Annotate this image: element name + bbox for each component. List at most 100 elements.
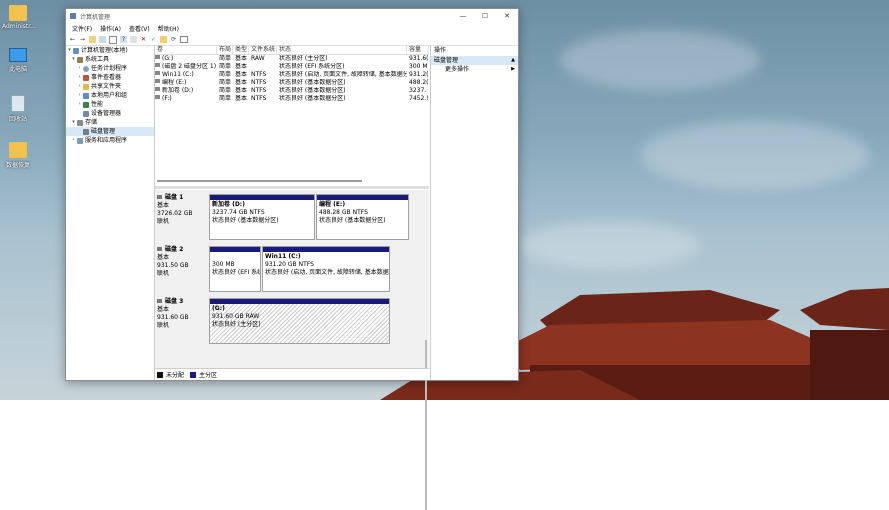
table-cell-type: 基本 [235,79,248,86]
table-row[interactable]: 新加卷 (D:) 简单 基本 NTFS 状态良好 (基本数据分区) 3237. [155,87,429,95]
col-type[interactable]: 类型 [233,46,249,54]
table-cell-type: 基本 [235,71,248,78]
computer-management-window: 计算机管理 — ☐ ✕ 文件(F) 操作(A) 查看(V) 帮助(H) ← → … [65,8,519,510]
close-button[interactable]: ✕ [496,12,518,20]
title-bar[interactable]: 计算机管理 — ☐ ✕ [66,9,518,23]
storage-icon [77,119,83,126]
unallocated-swatch [157,371,163,378]
actions-section-disk-management[interactable]: 磁盘管理 ▲ [431,56,518,65]
actions-header: 操作 [434,47,447,54]
table-cell-status: 状态良好 (基本数据分区) [279,87,346,94]
table-row[interactable]: (磁盘 2 磁盘分区 1) 简单 基本 状态良好 (EFI 系统分区) 300 M [155,63,429,71]
table-cell-fs: NTFS [251,87,267,94]
back-icon[interactable]: ← [69,36,76,43]
minimize-button[interactable]: — [452,12,474,20]
tree-item-root[interactable]: ▾ 计算机管理(本地) [66,46,154,55]
chevron-right-icon[interactable]: › [76,73,83,82]
properties-icon[interactable] [130,36,137,43]
refresh-icon[interactable]: ⟳ [170,36,177,43]
tree-item-performance[interactable]: › 性能 [66,100,154,109]
desktop-icon-admin-folder[interactable]: Administr... [2,5,36,30]
volume-icon [155,71,160,75]
col-layout[interactable]: 布局 [217,46,233,54]
tree-item-disk-management[interactable]: 磁盘管理 [66,127,154,136]
chevron-right-icon[interactable]: › [76,100,83,109]
table-cell-vol: (F:) [162,95,172,102]
services-icon [77,137,83,144]
partition-c[interactable]: Win11 (C:) 931.20 GB NTFS 状态良好 (启动, 页面文件… [262,246,390,292]
menu-view[interactable]: 查看(V) [129,24,150,33]
tree-item-storage[interactable]: ▾ 存储 [66,118,154,127]
volume-icon [155,87,160,91]
tree-item-system-tools[interactable]: ▾ 系统工具 [66,55,154,64]
more-actions-item[interactable]: 更多操作 ▶ [431,65,518,74]
table-row[interactable]: Win11 (C:) 简单 基本 NTFS 状态良好 (启动, 页面文件, 故障转储, … [155,71,429,79]
table-row[interactable]: 编程 (E:) 简单 基本 NTFS 状态良好 (基本数据分区) 488.2( [155,79,429,87]
performance-icon [83,101,89,108]
chevron-right-icon[interactable]: › [76,64,83,73]
chevron-down-icon[interactable]: ▾ [66,46,73,55]
delete-icon[interactable]: ✕ [140,36,147,43]
table-cell-fs: RAW [251,55,265,62]
help-icon[interactable]: ? [120,36,127,43]
folder-icon[interactable] [99,36,106,43]
partition-efi[interactable]: 300 MB 状态良好 (EFI 系统 [209,246,261,292]
export-icon[interactable] [160,36,167,43]
list-icon[interactable] [109,35,117,44]
disk-info: 磁盘 3 基本 931.60 GB 联机 [157,298,189,329]
toolbar: ← → ? ✕ ✓ ⟳ [66,34,518,46]
disk-3[interactable]: 磁盘 3 基本 931.60 GB 联机 (G:) 931.60 GB RAW … [155,296,415,346]
recycle-bin-icon [11,95,25,112]
horizontal-scrollbar[interactable] [157,178,427,183]
table-cell-status: 状态良好 (基本数据分区) [279,79,346,86]
partition-e[interactable]: 编程 (E:) 488.28 GB NTFS 状态良好 (基本数据分区) [316,194,409,240]
table-cell-type: 基本 [235,95,248,102]
tree-item-task-scheduler[interactable]: › 任务计划程序 [66,64,154,73]
table-cell-status: 状态良好 (EFI 系统分区) [279,63,345,70]
tree-item-device-manager[interactable]: 设备管理器 [66,109,154,118]
partition-d[interactable]: 新加卷 (D:) 3237.74 GB NTFS 状态良好 (基本数据分区) [209,194,315,240]
table-row[interactable]: (F:) 简单 基本 NTFS 状态良好 (基本数据分区) 7452.! [155,95,429,103]
app-icon [70,13,76,19]
disk-2[interactable]: 磁盘 2 基本 931.50 GB 联机 300 MB 状态良好 (EFI 系统 [155,244,415,294]
vertical-scrollbar[interactable] [425,340,427,510]
chevron-up-icon[interactable]: ▲ [511,56,515,65]
table-cell-fs [249,63,277,71]
table-row[interactable]: (G:) 简单 基本 RAW 状态良好 (主分区) 931.6( [155,55,429,63]
tree-item-services[interactable]: › 服务和应用程序 [66,136,154,145]
menu-help[interactable]: 帮助(H) [158,24,179,33]
desktop-icon-recycle-bin[interactable]: 回收站 [2,95,34,123]
chevron-down-icon[interactable]: ▾ [70,118,77,127]
menu-file[interactable]: 文件(F) [72,24,92,33]
forward-icon[interactable]: → [79,36,86,43]
maximize-button[interactable]: ☐ [474,12,496,20]
chevron-right-icon[interactable]: › [76,91,83,100]
table-cell-type: 基本 [235,63,248,70]
chevron-right-icon[interactable]: › [76,82,83,91]
menu-action[interactable]: 操作(A) [100,24,121,33]
desktop-icon-data-recovery[interactable]: 数据恢复 [2,142,34,169]
table-cell-type: 基本 [235,87,248,94]
disk-icon [157,195,162,199]
table-cell-cap: 7452.! [409,95,429,102]
view-icon[interactable] [180,36,188,43]
monitor-icon [9,48,27,62]
tree-item-local-users[interactable]: › 本地用户和组 [66,91,154,100]
col-volume[interactable]: 卷 [155,46,217,54]
chevron-right-icon[interactable]: › [70,136,77,145]
table-cell-status: 状态良好 (基本数据分区) [279,95,346,102]
chevron-down-icon[interactable]: ▾ [70,55,77,64]
col-filesystem[interactable]: 文件系统 [249,46,277,54]
desktop-icon-this-pc[interactable]: 此电脑 [2,48,34,73]
disk-1[interactable]: 磁盘 1 基本 3726.02 GB 联机 新加卷 (D:) 3237.74 G… [155,192,415,242]
up-icon[interactable] [89,36,96,43]
col-status[interactable]: 状态 [277,46,407,54]
pane-splitter[interactable] [155,186,429,189]
check-icon[interactable]: ✓ [150,36,157,43]
partition-g[interactable]: (G:) 931.60 GB RAW 状态良好 (主分区) [209,298,390,344]
table-cell-layout: 简单 [219,87,232,94]
tree-item-event-viewer[interactable]: › 事件查看器 [66,73,154,82]
disk-info: 磁盘 2 基本 931.50 GB 联机 [157,246,189,277]
tree-item-shared-folders[interactable]: › 共享文件夹 [66,82,154,91]
col-capacity[interactable]: 容量 [407,46,429,54]
